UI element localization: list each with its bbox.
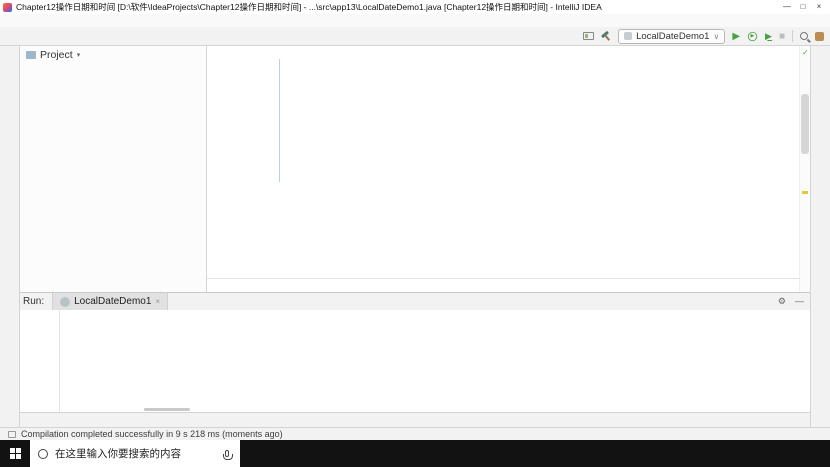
run-config-class-icon [624,32,633,40]
chevron-down-icon: ∨ [713,31,720,41]
run-tab-label: LocalDateDemo1 [74,296,152,307]
project-panel: Project ▾ [20,46,207,292]
console-output[interactable] [60,310,810,412]
status-bar: Compilation completed successfully in 9 … [0,427,830,440]
toolwindow-preview-icon[interactable] [583,32,595,40]
microphone-icon[interactable] [223,450,233,460]
run-config-label: LocalDateDemo1 [636,30,710,42]
menu-bar [0,14,830,27]
maximize-button[interactable]: □ [795,0,811,14]
run-header-tools: ⚙ — [778,296,804,307]
close-tab-icon[interactable]: × [155,297,160,306]
center-column: Project ▾ ✓ Run: LocalDateDemo1 × ⚙ — [20,46,810,427]
console-toolbar [20,310,60,412]
run-button[interactable]: ▶ [732,29,740,44]
taskbar-search[interactable]: 在这里输入你要搜索的内容 [30,440,240,467]
ide-window: Chapter12操作日期和时间 [D:\软件\IdeaProjects\Cha… [0,0,830,467]
close-button[interactable]: × [811,0,827,14]
run-body [20,310,810,412]
project-panel-icon [26,50,36,59]
toolwindow-toggle-icon[interactable] [8,430,16,438]
left-tool-strip [0,46,20,427]
build-hammer-icon[interactable] [601,31,611,41]
main-toolbar: LocalDateDemo1 ∨ ▶ ▶ ▶̲ ■ [583,28,824,44]
editor-breadcrumb [207,278,810,292]
run-tool-window: Run: LocalDateDemo1 × ⚙ — [20,292,810,412]
tool-window-bar [20,412,810,427]
editor: ✓ [207,46,810,292]
project-tree [20,63,206,292]
intellij-logo-icon [3,2,12,12]
scrollbar-thumb[interactable] [801,94,809,154]
run-header: Run: LocalDateDemo1 × ⚙ — [20,293,810,310]
console-hscrollbar[interactable] [144,408,190,411]
status-message: Compilation completed successfully in 9 … [21,429,283,439]
cortana-icon [38,448,48,459]
main-area: Project ▾ ✓ Run: LocalDateDemo1 × ⚙ — [0,46,830,427]
navigation-bar: LocalDateDemo1 ∨ ▶ ▶ ▶̲ ■ [0,27,830,46]
window-title: Chapter12操作日期和时间 [D:\软件\IdeaProjects\Cha… [16,2,602,12]
run-tab[interactable]: LocalDateDemo1 × [52,293,169,310]
title-bar: Chapter12操作日期和时间 [D:\软件\IdeaProjects\Cha… [0,0,830,14]
chevron-down-icon[interactable]: ▾ [77,51,81,59]
gear-icon[interactable]: ⚙ [778,296,786,307]
content-row: Project ▾ ✓ [20,46,810,292]
toolbar-separator [792,30,793,42]
system-tray [822,440,830,467]
hide-panel-icon[interactable]: — [795,296,804,307]
indent-guide [279,59,280,182]
editor-scrollbar[interactable]: ✓ [799,46,810,292]
windows-taskbar: 在这里输入你要搜索的内容 [0,440,830,467]
caret-stripe-mark [802,191,808,194]
coverage-button[interactable]: ▶̲ [765,29,772,44]
project-structure-icon[interactable] [815,31,824,41]
start-button[interactable] [0,440,30,467]
editor-lines[interactable] [207,46,810,278]
run-label: Run: [23,296,45,307]
class-icon [60,296,71,307]
project-panel-title[interactable]: Project [40,49,73,61]
run-config-select[interactable]: LocalDateDemo1 ∨ [618,28,726,44]
project-panel-header: Project ▾ [20,46,206,63]
windows-logo-icon [9,448,21,459]
search-placeholder: 在这里输入你要搜索的内容 [55,448,181,460]
debug-button[interactable]: ▶ [747,31,758,41]
minimize-button[interactable]: — [779,0,795,14]
stop-button[interactable]: ■ [779,29,785,44]
search-everywhere-icon[interactable] [800,32,808,40]
inspections-ok-icon: ✓ [802,48,809,57]
right-tool-strip [810,46,830,427]
